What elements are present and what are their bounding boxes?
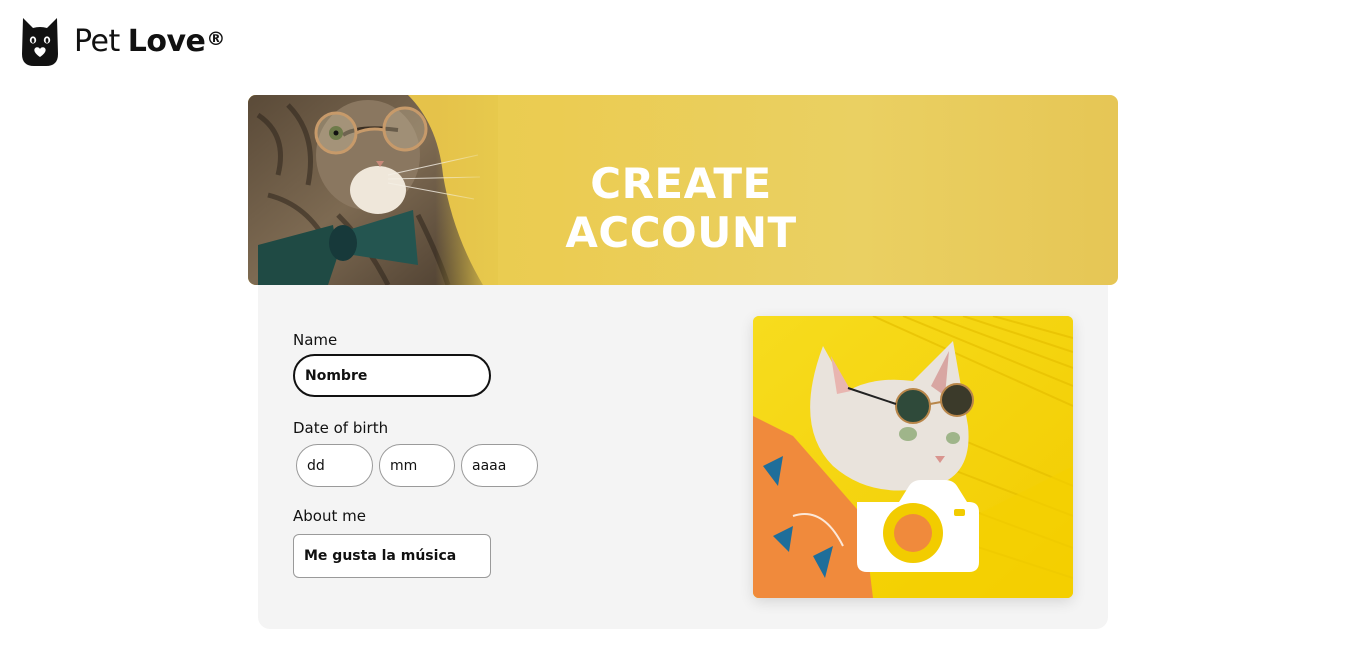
about-label: About me [293, 507, 366, 525]
page-title: CREATE ACCOUNT [565, 159, 797, 257]
brand-name-bold: Love [127, 23, 206, 59]
dob-day-input[interactable] [296, 444, 373, 487]
dob-year-input[interactable] [461, 444, 538, 487]
profile-photo-upload[interactable] [753, 316, 1073, 598]
registered-mark: ® [206, 27, 225, 50]
profile-cat-image [753, 316, 1073, 598]
name-label: Name [293, 331, 338, 349]
brand-logo[interactable]: Pet Love ® [20, 16, 225, 66]
cat-head-icon [22, 18, 58, 66]
brand-name-regular: Pet [74, 23, 120, 59]
banner-cat-image [248, 95, 498, 285]
dob-month-input[interactable] [379, 444, 455, 487]
name-input[interactable] [293, 354, 491, 397]
create-account-banner: CREATE ACCOUNT [248, 95, 1118, 285]
about-input[interactable] [293, 534, 491, 578]
dob-label: Date of birth [293, 419, 389, 437]
brand-name: Pet Love ® [74, 24, 225, 59]
